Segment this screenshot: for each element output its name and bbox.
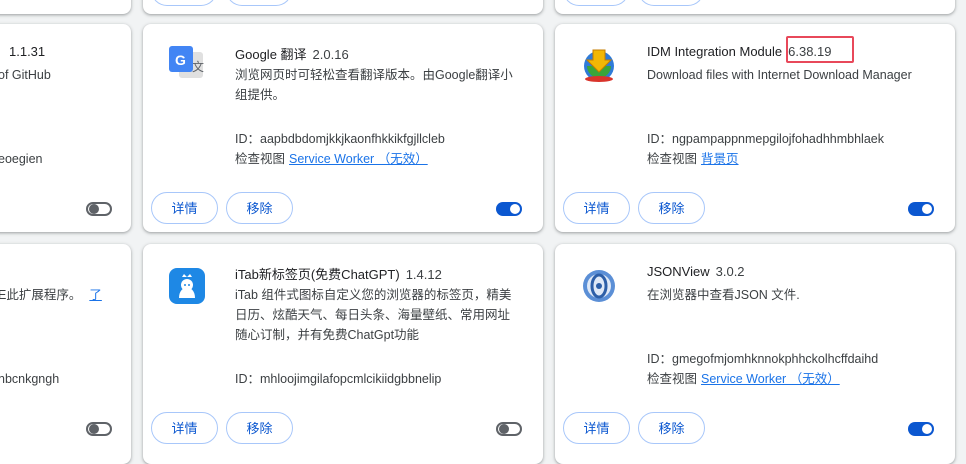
enable-toggle[interactable] bbox=[908, 202, 934, 216]
extension-description: 浏览网页时可轻松查看翻译版本。由Google翻译小组提供。 bbox=[235, 68, 513, 102]
extension-title: JSONView 3.0.2 bbox=[647, 264, 745, 279]
enable-toggle[interactable] bbox=[496, 422, 522, 436]
extension-id-row: ID：ngpampappnmepgilojfohadhhmbhlaek bbox=[647, 129, 884, 149]
extension-description: 在浏览器中查看JSON 文件. bbox=[647, 288, 800, 302]
remove-button[interactable]: 移除 bbox=[226, 192, 293, 224]
details-button[interactable]: 详情 bbox=[151, 412, 218, 444]
extension-title: iTab新标签页(免费ChatGPT) 1.4.12 bbox=[235, 264, 442, 283]
extension-id: ngpampappnmepgilojfohadhhmbhlaek bbox=[672, 132, 884, 146]
extension-name: iTab新标签页(免费ChatGPT) bbox=[235, 267, 400, 282]
remove-button[interactable]: 移除 bbox=[226, 412, 293, 444]
svg-text:G: G bbox=[175, 52, 186, 68]
enable-toggle[interactable] bbox=[496, 202, 522, 216]
extension-title: Google 翻译 2.0.16 bbox=[235, 44, 349, 63]
enable-toggle[interactable] bbox=[908, 422, 934, 436]
google-translate-icon: 文 G bbox=[165, 42, 209, 86]
details-button[interactable]: 详情 bbox=[151, 192, 218, 224]
extension-card-google-translate: 文 G Google 翻译 2.0.16 浏览网页时可轻松查看翻译版本。由Goog… bbox=[143, 24, 543, 232]
extension-id-row: ID：gmegofmjomhknnokphhckolhcffdaihd bbox=[647, 349, 878, 369]
extension-card-top-left bbox=[0, 0, 131, 14]
service-worker-link[interactable]: Service Worker （无效） bbox=[289, 152, 428, 166]
id-label: ID： bbox=[647, 132, 673, 146]
background-page-link[interactable]: 背景页 bbox=[701, 152, 739, 166]
description-tail: E此扩展程序。 bbox=[0, 288, 82, 302]
extension-card-left-mid: 1.1.31 of GitHub eoegien bbox=[0, 24, 131, 232]
inspect-views-label: 检查视图 bbox=[235, 152, 286, 166]
extension-description: E此扩展程序。了 bbox=[0, 285, 102, 305]
extension-id: mhloojimgilafopcmlcikiidgbbnelip bbox=[260, 372, 442, 386]
id-label: ID： bbox=[235, 132, 261, 146]
extension-card-top-middle bbox=[143, 0, 543, 14]
extension-description-line-1: iTab 组件式图标自定义您的浏览器的标签页，精美 bbox=[235, 288, 512, 302]
remove-button[interactable]: 移除 bbox=[638, 192, 705, 224]
extension-id: gmegofmjomhknnokphhckolhcffdaihd bbox=[672, 352, 879, 366]
extension-description: Download files with Internet Download Ma… bbox=[647, 68, 912, 82]
remove-button[interactable] bbox=[638, 0, 704, 6]
extension-id-row: ID：mhloojimgilafopcmlcikiidgbbnelip bbox=[235, 369, 441, 389]
extension-card-top-right bbox=[555, 0, 955, 14]
extension-card-left-bottom: E此扩展程序。了 nbcnkgngh bbox=[0, 244, 131, 464]
extension-card-jsonview: JSONView 3.0.2 在浏览器中查看JSON 文件. ID：gmegofm… bbox=[555, 244, 955, 464]
inspect-views-row: 检查视图 Service Worker （无效） bbox=[647, 369, 840, 389]
inspect-views-row: 检查视图 背景页 bbox=[647, 149, 739, 169]
version-highlight-box bbox=[786, 36, 854, 63]
learn-more-link[interactable]: 了 bbox=[89, 288, 102, 302]
extension-description: of GitHub bbox=[0, 68, 51, 82]
idm-icon bbox=[577, 42, 621, 86]
details-button[interactable]: 详情 bbox=[563, 412, 630, 444]
extension-card-idm: IDM Integration Module 6.38.19 Download f… bbox=[555, 24, 955, 232]
extension-description-line-2: 日历、炫酷天气、每日头条、海量壁纸、常用网址 bbox=[235, 308, 511, 322]
extension-id: aapbdbdomjkkjkaonfhkkikfgjllcleb bbox=[260, 132, 445, 146]
inspect-views-label: 检查视图 bbox=[647, 152, 698, 166]
extension-name: Google 翻译 bbox=[235, 47, 307, 62]
remove-button[interactable] bbox=[226, 0, 292, 6]
extension-version: 1.1.31 bbox=[9, 44, 46, 59]
jsonview-icon bbox=[577, 264, 621, 308]
extension-id-row: ID：aapbdbdomjkkjkaonfhkkikfgjllcleb bbox=[235, 129, 445, 149]
extension-name: IDM Integration Module bbox=[647, 44, 783, 59]
remove-button[interactable]: 移除 bbox=[638, 412, 705, 444]
itab-icon bbox=[165, 264, 209, 308]
extension-id: eoegien bbox=[0, 152, 43, 166]
id-label: ID： bbox=[647, 352, 673, 366]
service-worker-link[interactable]: Service Worker （无效） bbox=[701, 372, 840, 386]
details-button[interactable] bbox=[151, 0, 217, 6]
extension-version: 2.0.16 bbox=[312, 47, 349, 62]
inspect-views-row: 检查视图 Service Worker （无效） bbox=[235, 149, 428, 169]
inspect-views-label: 检查视图 bbox=[647, 372, 698, 386]
extension-version: 1.4.12 bbox=[405, 267, 442, 282]
svg-text:文: 文 bbox=[192, 59, 204, 74]
id-label: ID： bbox=[235, 372, 261, 386]
extension-name: JSONView bbox=[647, 264, 710, 279]
details-button[interactable]: 详情 bbox=[563, 192, 630, 224]
enable-toggle[interactable] bbox=[86, 202, 112, 216]
extension-id: nbcnkgngh bbox=[0, 372, 60, 386]
extension-version: 3.0.2 bbox=[715, 264, 745, 279]
details-button[interactable] bbox=[563, 0, 629, 6]
enable-toggle[interactable] bbox=[86, 422, 112, 436]
extension-card-itab: iTab新标签页(免费ChatGPT) 1.4.12 iTab 组件式图标自定义您… bbox=[143, 244, 543, 464]
extension-description-line-3: 随心订制，并有免费ChatGpt功能 bbox=[235, 328, 420, 342]
